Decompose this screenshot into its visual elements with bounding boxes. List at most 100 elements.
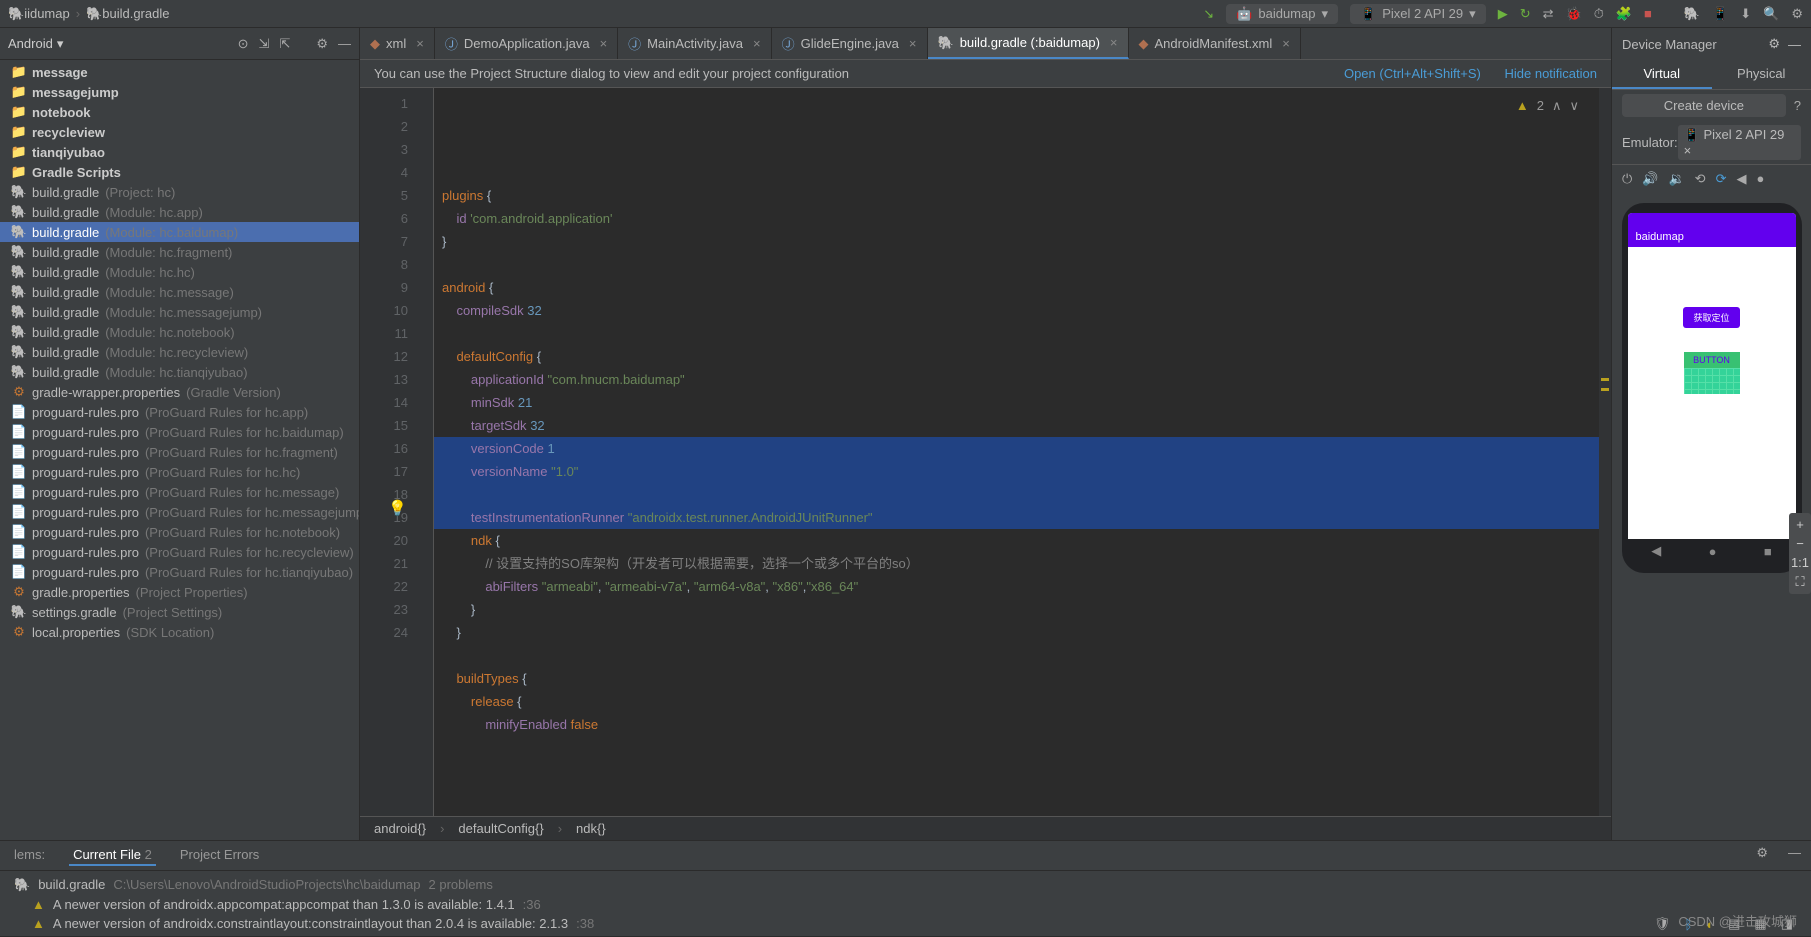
- close-icon[interactable]: ×: [416, 36, 424, 51]
- warning-marker[interactable]: [1601, 378, 1609, 381]
- editor-tab[interactable]: ⒿDemoApplication.java×: [435, 28, 618, 59]
- tree-file-item[interactable]: 🐘build.gradle (Project: hc): [0, 182, 359, 202]
- close-icon[interactable]: ×: [1282, 36, 1290, 51]
- attach-debugger-icon[interactable]: 🧩: [1616, 6, 1632, 22]
- prev-highlight-icon[interactable]: ∧: [1552, 94, 1562, 117]
- editor-tab[interactable]: ⒿGlideEngine.java×: [772, 28, 928, 59]
- fold-gutter[interactable]: [420, 88, 434, 816]
- zoom-in-icon[interactable]: +: [1796, 517, 1804, 532]
- close-icon[interactable]: ×: [753, 36, 761, 51]
- breadcrumb-file[interactable]: build.gradle: [102, 6, 169, 21]
- close-icon[interactable]: ×: [909, 36, 917, 51]
- intention-bulb-icon[interactable]: 💡: [388, 497, 407, 520]
- volume-down-icon[interactable]: 🔉: [1668, 171, 1684, 187]
- run-icon[interactable]: ▶: [1498, 6, 1508, 22]
- search-icon[interactable]: 🔍: [1763, 6, 1779, 22]
- code-editor[interactable]: 123456789101112131415161718192021222324 …: [360, 88, 1611, 816]
- editor-tab[interactable]: ⒿMainActivity.java×: [618, 28, 771, 59]
- close-icon[interactable]: ×: [1684, 143, 1692, 158]
- inspection-widget[interactable]: ▲ 2 ∧ ∨: [1516, 94, 1579, 117]
- apply-changes-icon[interactable]: ⇄: [1543, 6, 1554, 22]
- tree-file-item[interactable]: 🐘build.gradle (Module: hc.app): [0, 202, 359, 222]
- module-item[interactable]: 📁tianqiyubao: [0, 142, 359, 162]
- tree-file-item[interactable]: 🐘build.gradle (Module: hc.hc): [0, 262, 359, 282]
- expand-all-icon[interactable]: ⇲: [259, 36, 270, 52]
- stop-icon[interactable]: ■: [1644, 6, 1652, 21]
- warning-marker[interactable]: [1601, 388, 1609, 391]
- project-tree[interactable]: 📁message📁messagejump📁notebook📁recyclevie…: [0, 60, 359, 840]
- module-item[interactable]: 📁notebook: [0, 102, 359, 122]
- tree-file-item[interactable]: 🐘build.gradle (Module: hc.baidumap): [0, 222, 359, 242]
- sdk-icon[interactable]: ⬇: [1740, 6, 1751, 22]
- back-nav-icon[interactable]: ◀: [1651, 543, 1661, 559]
- tree-file-item[interactable]: ⚙gradle-wrapper.properties (Gradle Versi…: [0, 382, 359, 402]
- emulator-screen[interactable]: baidumap 获取定位 BUTTON ◀ ● ■ +: [1612, 193, 1811, 840]
- create-device-button[interactable]: Create device: [1622, 94, 1786, 117]
- tree-file-item[interactable]: 📄proguard-rules.pro (ProGuard Rules for …: [0, 522, 359, 542]
- hide-notification-link[interactable]: Hide notification: [1505, 66, 1598, 81]
- code-content[interactable]: ▲ 2 ∧ ∨ 💡 plugins { id 'com.android.appl…: [434, 88, 1599, 816]
- device-selector[interactable]: 📱 Pixel 2 API 29 ▾: [1350, 4, 1486, 24]
- back-icon[interactable]: ◀: [1736, 171, 1746, 187]
- project-view-selector[interactable]: Android ▾: [8, 36, 63, 52]
- tree-file-item[interactable]: 📄proguard-rules.pro (ProGuard Rules for …: [0, 482, 359, 502]
- screenshot-icon[interactable]: ●: [1756, 171, 1764, 187]
- collapse-all-icon[interactable]: ⇱: [279, 36, 290, 52]
- breadcrumb[interactable]: 🐘 iidumap › 🐘 build.gradle: [8, 6, 169, 22]
- tree-file-item[interactable]: 🐘settings.gradle (Project Settings): [0, 602, 359, 622]
- hide-icon[interactable]: —: [1788, 37, 1801, 52]
- next-highlight-icon[interactable]: ∨: [1569, 94, 1579, 117]
- settings-icon[interactable]: ⚙: [1791, 6, 1803, 22]
- debug-icon[interactable]: 🐞: [1566, 6, 1582, 22]
- module-item[interactable]: 📁recycleview: [0, 122, 359, 142]
- problems-file-header[interactable]: 🐘 build.gradle C:\Users\Lenovo\AndroidSt…: [10, 875, 1801, 895]
- rotate-left-icon[interactable]: ⟲: [1695, 171, 1706, 187]
- select-opened-icon[interactable]: ⊙: [238, 36, 249, 52]
- tab-physical[interactable]: Physical: [1712, 60, 1811, 89]
- gear-icon[interactable]: ⚙: [1768, 36, 1780, 52]
- avd-icon[interactable]: 📱: [1712, 6, 1728, 22]
- tree-file-item[interactable]: 📄proguard-rules.pro (ProGuard Rules for …: [0, 422, 359, 442]
- problem-item[interactable]: ▲A newer version of androidx.appcompat:a…: [10, 895, 1801, 914]
- tree-file-item[interactable]: 📄proguard-rules.pro (ProGuard Rules for …: [0, 502, 359, 522]
- gear-icon[interactable]: ⚙: [1756, 845, 1768, 866]
- tree-file-item[interactable]: 📄proguard-rules.pro (ProGuard Rules for …: [0, 542, 359, 562]
- tree-file-item[interactable]: 🐘build.gradle (Module: hc.messagejump): [0, 302, 359, 322]
- tree-file-item[interactable]: 📄proguard-rules.pro (ProGuard Rules for …: [0, 442, 359, 462]
- editor-tab[interactable]: ◆AndroidManifest.xml×: [1129, 28, 1301, 59]
- open-project-structure-link[interactable]: Open (Ctrl+Alt+Shift+S): [1344, 66, 1481, 81]
- rotate-right-icon[interactable]: ⟳: [1716, 171, 1727, 187]
- zoom-reset[interactable]: 1:1: [1791, 555, 1809, 570]
- module-item[interactable]: 📁message: [0, 62, 359, 82]
- home-nav-icon[interactable]: ●: [1709, 544, 1717, 559]
- recent-nav-icon[interactable]: ■: [1764, 544, 1772, 559]
- locate-button[interactable]: 获取定位: [1683, 307, 1739, 328]
- run-config-selector[interactable]: 🤖 baidumap ▾: [1226, 4, 1338, 24]
- tree-file-item[interactable]: ⚙gradle.properties (Project Properties): [0, 582, 359, 602]
- tree-file-item[interactable]: 🐘build.gradle (Module: hc.tianqiyubao): [0, 362, 359, 382]
- emulator-device[interactable]: 📱 Pixel 2 API 29 ×: [1678, 125, 1801, 160]
- module-item[interactable]: 📁Gradle Scripts: [0, 162, 359, 182]
- button[interactable]: BUTTON: [1684, 352, 1740, 368]
- power-icon[interactable]: ⏻: [1622, 171, 1632, 187]
- module-item[interactable]: 📁messagejump: [0, 82, 359, 102]
- hide-icon[interactable]: —: [338, 36, 351, 52]
- tree-file-item[interactable]: 📄proguard-rules.pro (ProGuard Rules for …: [0, 562, 359, 582]
- close-icon[interactable]: ×: [600, 36, 608, 51]
- breadcrumb-segment[interactable]: ndk{}: [576, 821, 606, 836]
- problem-item[interactable]: ▲A newer version of androidx.constraintl…: [10, 914, 1801, 933]
- tab-current-file[interactable]: Current File 2: [69, 845, 156, 866]
- profile-icon[interactable]: ⏱: [1594, 6, 1604, 22]
- tab-project-errors[interactable]: Project Errors: [176, 845, 263, 866]
- volume-up-icon[interactable]: 🔊: [1642, 171, 1658, 187]
- zoom-out-icon[interactable]: −: [1796, 536, 1804, 551]
- build-icon[interactable]: ↘: [1203, 6, 1214, 22]
- hide-icon[interactable]: —: [1788, 845, 1801, 866]
- help-icon[interactable]: ?: [1794, 98, 1801, 113]
- breadcrumb-root[interactable]: iidumap: [24, 6, 70, 21]
- tree-file-item[interactable]: 📄proguard-rules.pro (ProGuard Rules for …: [0, 462, 359, 482]
- zoom-fit-icon[interactable]: ⛶: [1795, 574, 1804, 590]
- editor-tab[interactable]: 🐘build.gradle (:baidumap)×: [928, 28, 1129, 59]
- editor-breadcrumb[interactable]: android{}›defaultConfig{}›ndk{}: [360, 816, 1611, 840]
- gear-icon[interactable]: ⚙: [316, 36, 328, 52]
